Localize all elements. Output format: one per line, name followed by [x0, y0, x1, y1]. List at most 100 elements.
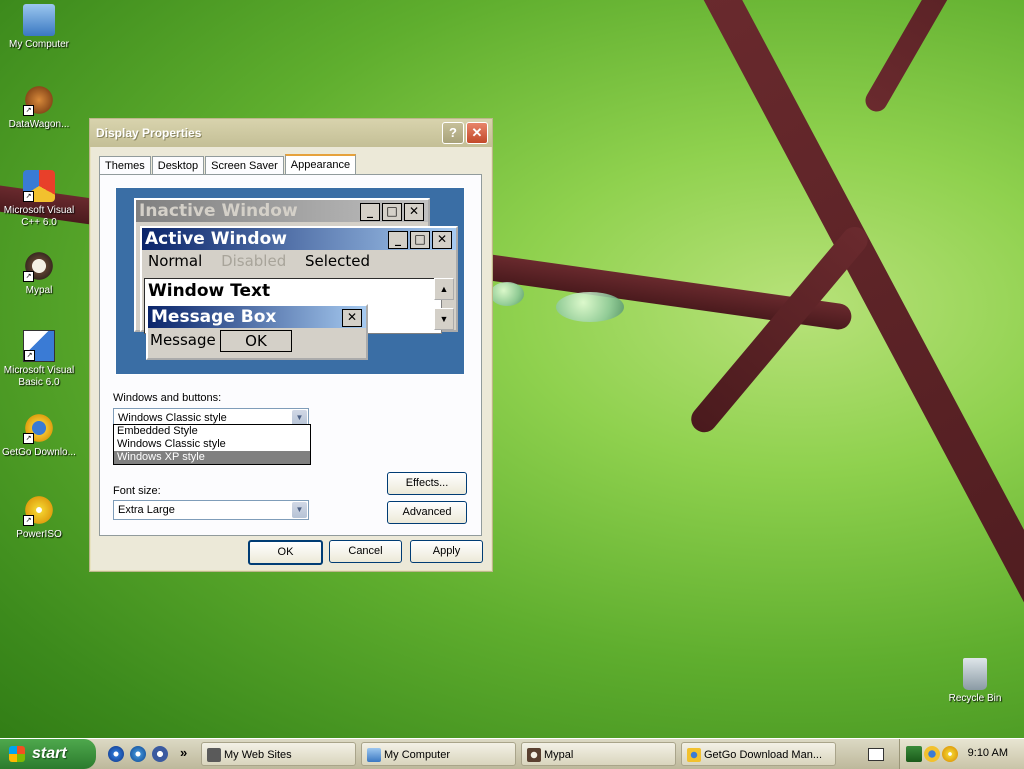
close-icon: ✕ — [342, 309, 362, 327]
internet-explorer-icon[interactable] — [108, 746, 124, 762]
preview-message-box-title: Message Box — [151, 307, 277, 327]
web-sites-icon — [207, 748, 221, 762]
preview-menu-selected: Selected — [305, 252, 371, 270]
desktop-icon-recycle-bin[interactable]: Recycle Bin — [936, 658, 1014, 705]
scroll-down-icon: ▼ — [434, 308, 454, 330]
effects-button[interactable]: Effects... — [387, 472, 467, 495]
advanced-button[interactable]: Advanced — [387, 501, 467, 524]
font-size-select[interactable]: Extra Large ▼ — [113, 500, 309, 520]
preview-message-row: Message T OK — [148, 328, 366, 352]
preview-ok-button: OK — [220, 330, 292, 352]
maximize-icon: □ — [410, 231, 430, 249]
close-icon: ✕ — [432, 231, 452, 249]
desktop-icon-visual-cpp[interactable]: ↗ Microsoft Visual C++ 6.0 — [0, 170, 78, 229]
taskbar-item-label: My Computer — [384, 749, 451, 761]
my-computer-icon — [23, 4, 55, 36]
display-properties-window: Display Properties ? ✕ Themes Desktop Sc… — [89, 118, 493, 572]
apply-button[interactable]: Apply — [410, 540, 483, 563]
datawagon-icon: ↗ — [23, 84, 55, 116]
appearance-preview: Inactive Window _ □ ✕ Active Window _ □ … — [115, 187, 465, 375]
preview-active-title: Active Window — [145, 229, 287, 249]
desktop-icon-label: My Computer — [8, 39, 69, 50]
font-size-label: Font size: — [113, 485, 161, 497]
start-label: start — [32, 745, 67, 762]
preview-active-title-bar: Active Window _ □ ✕ — [142, 228, 456, 250]
font-size-value: Extra Large — [118, 504, 175, 516]
preview-message-box-title-bar: Message Box ✕ — [148, 306, 366, 328]
chevron-down-icon[interactable]: ▼ — [292, 502, 307, 518]
taskbar-item-label: Mypal — [544, 749, 574, 761]
windows-buttons-dropdown-list: Embedded Style Windows Classic style Win… — [113, 424, 311, 465]
poweriso-tray-icon[interactable] — [942, 746, 958, 762]
tab-themes[interactable]: Themes — [99, 156, 151, 175]
appearance-panel: Inactive Window _ □ ✕ Active Window _ □ … — [99, 174, 482, 536]
desktop-icon-label: Microsoft Visual Basic 6.0 — [3, 365, 75, 388]
preview-inactive-title: Inactive Window — [139, 201, 298, 221]
windows-buttons-value: Windows Classic style — [118, 412, 227, 424]
desktop-icon-poweriso[interactable]: ↗ PowerISO — [0, 494, 78, 541]
desktop-icon-label: Microsoft Visual C++ 6.0 — [3, 205, 75, 228]
taskbar-item-getgo[interactable]: GetGo Download Man... — [681, 742, 836, 766]
taskbar-item-label: My Web Sites — [224, 749, 292, 761]
ok-button[interactable]: OK — [248, 540, 323, 565]
windows-buttons-label: Windows and buttons: — [113, 392, 222, 404]
quick-launch-expand-icon[interactable]: » — [180, 745, 187, 760]
preview-message-box: Message Box ✕ Message T OK — [146, 304, 368, 360]
my-computer-icon — [367, 748, 381, 762]
dropdown-option-embedded-style[interactable]: Embedded Style — [114, 425, 310, 438]
desktop-icon-datawagon[interactable]: ↗ DataWagon... — [0, 84, 78, 131]
browser-icon[interactable] — [130, 746, 146, 762]
close-icon: ✕ — [404, 203, 424, 221]
taskbar: start » My Web Sites My Computer Mypal G… — [0, 738, 1024, 769]
system-tray: 9:10 AM — [899, 739, 1024, 769]
dropdown-option-windows-classic-style[interactable]: Windows Classic style — [114, 438, 310, 451]
getgo-tray-icon[interactable] — [924, 746, 940, 762]
desktop-icon-label: Mypal — [25, 285, 53, 296]
desktop-icon-mypal[interactable]: ↗ Mypal — [0, 250, 78, 297]
cancel-button[interactable]: Cancel — [329, 540, 402, 563]
close-button[interactable]: ✕ — [466, 122, 488, 144]
visual-basic-icon: ↗ — [23, 330, 55, 362]
tab-appearance[interactable]: Appearance — [284, 154, 357, 176]
water-drop — [556, 292, 624, 322]
help-button[interactable]: ? — [442, 122, 464, 144]
getgo-icon: ↗ — [23, 412, 55, 444]
desktop-icon-getgo[interactable]: ↗ GetGo Downlo... — [0, 412, 78, 459]
tab-screen-saver[interactable]: Screen Saver — [205, 156, 284, 175]
desktop-icon-label: DataWagon... — [8, 119, 70, 130]
recycle-bin-icon — [963, 658, 987, 690]
network-icon[interactable] — [906, 746, 922, 762]
taskbar-item-label: GetGo Download Man... — [704, 749, 823, 761]
taskbar-item-my-computer[interactable]: My Computer — [361, 742, 516, 766]
taskbar-item-mypal[interactable]: Mypal — [521, 742, 676, 766]
desktop-icon-my-computer[interactable]: My Computer — [0, 4, 78, 51]
preview-window-text: Window Text — [148, 281, 271, 301]
keyboard-icon[interactable] — [868, 748, 884, 761]
water-drop — [490, 282, 524, 306]
minimize-icon: _ — [360, 203, 380, 221]
preview-inactive-title-bar: Inactive Window _ □ ✕ — [136, 200, 428, 222]
taskbar-item-my-web-sites[interactable]: My Web Sites — [201, 742, 356, 766]
start-button[interactable]: start — [0, 739, 96, 769]
branch-decoration — [861, 0, 1024, 116]
clock[interactable]: 9:10 AM — [968, 747, 1008, 759]
desktop-icon-label: Recycle Bin — [948, 693, 1002, 704]
preview-message-text: Message T — [150, 331, 230, 349]
minimize-icon: _ — [388, 231, 408, 249]
visual-cpp-icon: ↗ — [23, 170, 55, 202]
preview-menu-normal: Normal — [148, 252, 203, 270]
desktop-icon-visual-basic[interactable]: ↗ Microsoft Visual Basic 6.0 — [0, 330, 78, 389]
desktop-icon-label: PowerISO — [16, 529, 62, 540]
poweriso-icon: ↗ — [23, 494, 55, 526]
branch-decoration — [685, 221, 873, 438]
tab-desktop[interactable]: Desktop — [151, 156, 205, 175]
media-player-icon[interactable] — [152, 746, 168, 762]
maximize-icon: □ — [382, 203, 402, 221]
tab-strip: Themes Desktop Screen Saver Appearance — [99, 154, 357, 176]
preview-menu-disabled: Disabled — [221, 252, 287, 270]
windows-logo-icon — [9, 746, 25, 762]
title-bar[interactable]: Display Properties ? ✕ — [90, 119, 492, 147]
mypal-icon — [527, 748, 541, 762]
dropdown-option-windows-xp-style[interactable]: Windows XP style — [114, 451, 310, 464]
mypal-icon: ↗ — [23, 250, 55, 282]
